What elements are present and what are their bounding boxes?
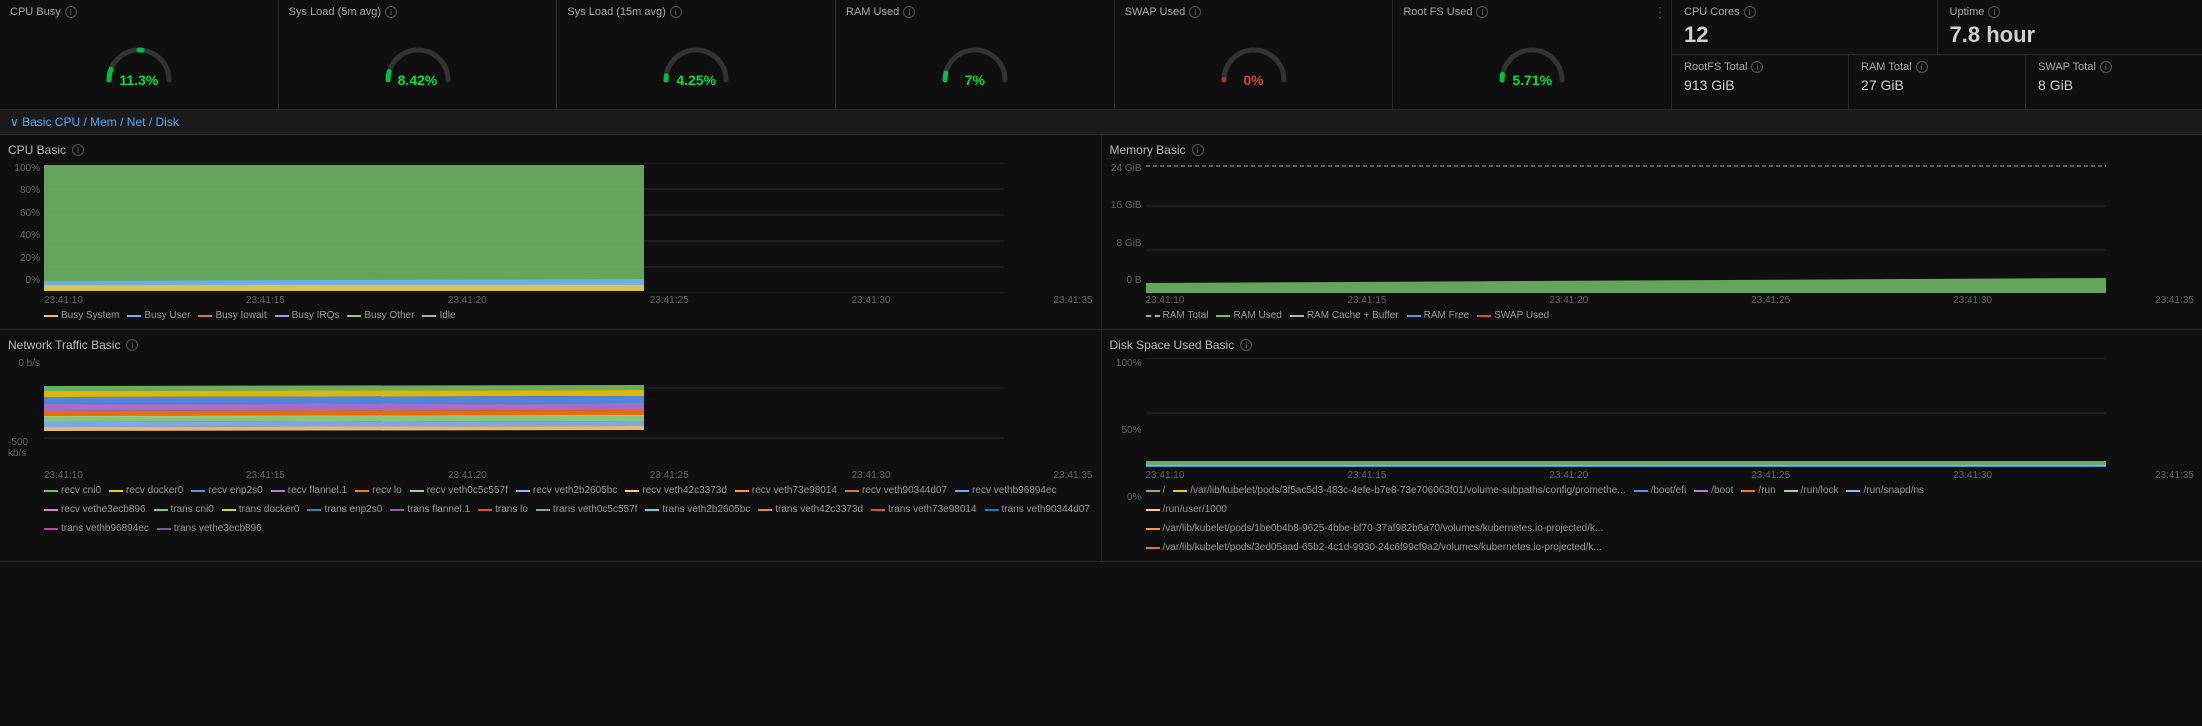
- ram-total-label: RAM Total i: [1861, 61, 2013, 73]
- memory-basic-svg: [1146, 163, 2106, 293]
- network-traffic-yaxis: 0 b/s -500 kb/s: [8, 358, 44, 461]
- gauge-value-root-fs-used: 5.71%: [1512, 72, 1552, 88]
- cpu-cores-value: 12: [1684, 22, 1925, 48]
- uptime-value: 7.8 hour: [1950, 22, 2191, 48]
- charts-row-2: Network Traffic Basic i 0 b/s -500 kb/s: [0, 330, 2202, 562]
- gauge-value-sys-load-5m: 8.42%: [398, 72, 438, 88]
- metric-title-swap-used: SWAP Used i: [1125, 6, 1202, 18]
- charts-row-1: CPU Basic i 100%80%60%40%20%0%: [0, 135, 2202, 330]
- legend-idle: Idle: [422, 310, 455, 321]
- legend-ram-total: RAM Total: [1146, 310, 1209, 321]
- cpu-basic-yaxis: 100%80%60%40%20%0%: [8, 163, 44, 286]
- rootfs-total-label: RootFS Total i: [1684, 61, 1836, 73]
- memory-basic-xaxis: 23:41:1023:41:1523:41:2023:41:2523:41:30…: [1110, 295, 2195, 306]
- network-traffic-chart-area: 0 b/s -500 kb/s 23:41:1: [8, 358, 1093, 481]
- info-icon-network-traffic[interactable]: i: [126, 339, 138, 351]
- rootfs-total-item: RootFS Total i 913 GiB: [1672, 55, 1849, 109]
- memory-basic-title: Memory Basic i: [1110, 143, 2195, 157]
- info-icon-cpu-busy[interactable]: i: [65, 6, 77, 18]
- info-icon-root-fs-used[interactable]: i: [1476, 6, 1488, 18]
- memory-basic-panel: Memory Basic i 24 GiB16 GiB8 GiB0 B: [1102, 135, 2202, 329]
- gauge-value-ram-used: 7%: [965, 72, 985, 88]
- swap-total-label: SWAP Total i: [2038, 61, 2190, 73]
- right-panel: CPU Cores i 12 Uptime i 7.8 hour RootFS …: [1672, 0, 2202, 109]
- disk-space-xaxis: 23:41:1023:41:1523:41:2023:41:2523:41:30…: [1110, 470, 2195, 481]
- metric-title-root-fs-used: Root FS Used i: [1403, 6, 1488, 18]
- gauge-value-cpu-busy: 11.3%: [119, 72, 158, 88]
- info-icon-sys-load-15m[interactable]: i: [670, 6, 682, 18]
- disk-space-svg: [1146, 358, 2106, 468]
- metric-cpu-busy: CPU Busy i 11.3%: [0, 0, 279, 109]
- network-traffic-svg: [44, 358, 1004, 468]
- metric-title-sys-load-15m: Sys Load (15m avg) i: [567, 6, 681, 18]
- disk-space-chart-area: 100% 50% 0% 23:41:1023:41:1523:41:2023:4…: [1110, 358, 2195, 481]
- uptime-item: Uptime i 7.8 hour: [1938, 0, 2202, 54]
- info-icon-cpu-cores[interactable]: i: [1744, 6, 1756, 18]
- info-icon-swap-total[interactable]: i: [2100, 61, 2112, 73]
- ram-total-item: RAM Total i 27 GiB: [1849, 55, 2026, 109]
- legend-ram-cache-buffer: RAM Cache + Buffer: [1290, 310, 1399, 321]
- cpu-basic-chart-area: 100%80%60%40%20%0%: [8, 163, 1093, 306]
- info-icon-rootfs-total[interactable]: i: [1751, 61, 1763, 73]
- legend-swap-used-mem: SWAP Used: [1477, 310, 1549, 321]
- section-header[interactable]: ∨ Basic CPU / Mem / Net / Disk: [0, 110, 2202, 135]
- disk-space-yaxis: 100% 50% 0%: [1110, 358, 1146, 461]
- metric-title-cpu-busy: CPU Busy i: [10, 6, 77, 18]
- cpu-cores-item: CPU Cores i 12: [1672, 0, 1938, 54]
- disk-space-title: Disk Space Used Basic i: [1110, 338, 2195, 352]
- legend-busy-iowait: Busy Iowait: [198, 310, 266, 321]
- info-icon-uptime[interactable]: i: [1988, 6, 2000, 18]
- gauge-value-sys-load-15m: 4.25%: [676, 72, 716, 88]
- chevron-down-icon: ∨: [10, 115, 22, 129]
- swap-total-item: SWAP Total i 8 GiB: [2026, 55, 2202, 109]
- metric-swap-used: SWAP Used i 0%: [1115, 0, 1394, 109]
- rootfs-total-value: 913 GiB: [1684, 77, 1836, 93]
- network-traffic-xaxis: 23:41:1023:41:1523:41:2023:41:2523:41:30…: [8, 470, 1093, 481]
- metric-root-fs-used: Root FS Used i 5.71% ⋮: [1393, 0, 1672, 109]
- memory-basic-yaxis: 24 GiB16 GiB8 GiB0 B: [1110, 163, 1146, 286]
- ram-total-value: 27 GiB: [1861, 77, 2013, 93]
- cpu-basic-title: CPU Basic i: [8, 143, 1093, 157]
- metric-title-sys-load-5m: Sys Load (5m avg) i: [289, 6, 397, 18]
- legend-busy-other: Busy Other: [347, 310, 414, 321]
- metric-title-ram-used: RAM Used i: [846, 6, 915, 18]
- cpu-basic-legend: Busy System Busy User Busy Iowait Busy I…: [8, 310, 1093, 321]
- legend-ram-free: RAM Free: [1407, 310, 1470, 321]
- network-traffic-title: Network Traffic Basic i: [8, 338, 1093, 352]
- disk-space-legend: / /var/lib/kubelet/pods/3f5ac5d3-483c-4e…: [1110, 485, 2195, 553]
- metrics-bar: CPU Busy i 11.3% Sys Load (5m avg) i: [0, 0, 2202, 110]
- metric-ram-used: RAM Used i 7%: [836, 0, 1115, 109]
- right-panel-bottom: RootFS Total i 913 GiB RAM Total i 27 Gi…: [1672, 55, 2202, 109]
- info-icon-swap-used[interactable]: i: [1189, 6, 1201, 18]
- cpu-basic-panel: CPU Basic i 100%80%60%40%20%0%: [0, 135, 1102, 329]
- metric-sys-load-5m: Sys Load (5m avg) i 8.42%: [279, 0, 558, 109]
- right-panel-top: CPU Cores i 12 Uptime i 7.8 hour: [1672, 0, 2202, 55]
- swap-total-value: 8 GiB: [2038, 77, 2190, 93]
- legend-busy-irqs: Busy IRQs: [275, 310, 340, 321]
- info-icon-ram-total[interactable]: i: [1916, 61, 1928, 73]
- gauge-value-swap-used: 0%: [1243, 72, 1263, 88]
- info-icon-ram-used[interactable]: i: [903, 6, 915, 18]
- charts-grid: CPU Basic i 100%80%60%40%20%0%: [0, 135, 2202, 562]
- metric-sys-load-15m: Sys Load (15m avg) i 4.25%: [557, 0, 836, 109]
- more-options-button[interactable]: ⋮: [1653, 4, 1667, 21]
- disk-space-panel: Disk Space Used Basic i 100% 50% 0%: [1102, 330, 2202, 561]
- network-traffic-panel: Network Traffic Basic i 0 b/s -500 kb/s: [0, 330, 1102, 561]
- uptime-label: Uptime i: [1950, 6, 2191, 18]
- memory-basic-chart-area: 24 GiB16 GiB8 GiB0 B 23:41:1023:41:1523:…: [1110, 163, 2195, 306]
- info-icon-memory-basic[interactable]: i: [1192, 144, 1204, 156]
- info-icon-sys-load-5m[interactable]: i: [385, 6, 397, 18]
- network-traffic-legend: recv cni0 recv docker0 recv enp2s0 recv …: [8, 485, 1093, 534]
- info-icon-cpu-basic[interactable]: i: [72, 144, 84, 156]
- cpu-basic-svg: [44, 163, 1004, 293]
- info-icon-disk-space[interactable]: i: [1240, 339, 1252, 351]
- cpu-basic-xaxis: 23:41:1023:41:1523:41:2023:41:2523:41:30…: [8, 295, 1093, 306]
- cpu-cores-label: CPU Cores i: [1684, 6, 1925, 18]
- legend-ram-used: RAM Used: [1216, 310, 1281, 321]
- legend-busy-system: Busy System: [44, 310, 119, 321]
- memory-basic-legend: RAM Total RAM Used RAM Cache + Buffer RA…: [1110, 310, 2195, 321]
- legend-busy-user: Busy User: [127, 310, 190, 321]
